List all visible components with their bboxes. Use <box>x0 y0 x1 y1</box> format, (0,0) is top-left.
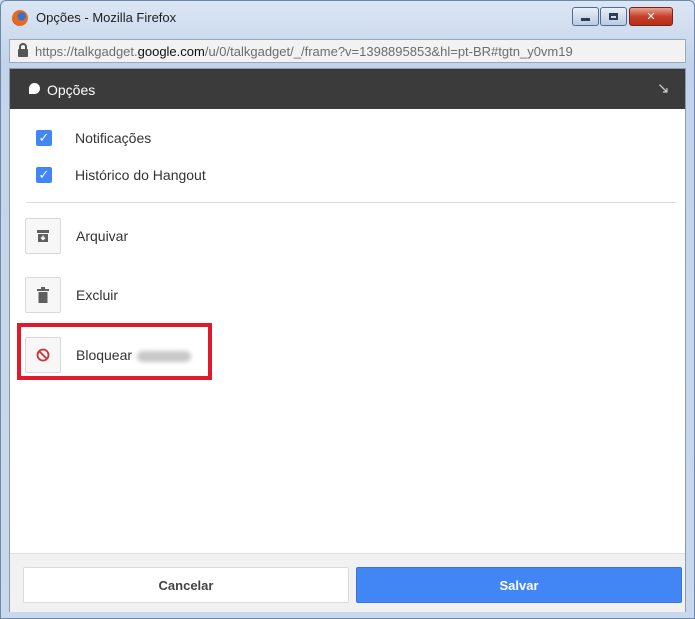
url-prefix: https://talkgadget. <box>35 43 138 59</box>
archive-icon <box>37 230 49 242</box>
notifications-label: Notificações <box>75 130 152 146</box>
archive-label: Arquivar <box>76 228 129 244</box>
lock-icon <box>18 43 28 57</box>
url-text: https://talkgadget.google.com/u/0/talkga… <box>35 44 573 59</box>
dialog-footer: Cancelar Salvar <box>10 553 685 612</box>
close-icon: ✕ <box>646 11 656 23</box>
history-option[interactable]: ✓ Histórico do Hangout <box>36 165 206 185</box>
maximize-icon <box>609 13 618 20</box>
maximize-button[interactable] <box>600 7 627 26</box>
archive-action[interactable]: Arquivar <box>25 217 128 255</box>
minimize-icon <box>581 18 590 21</box>
cancel-button[interactable]: Cancelar <box>23 567 349 603</box>
history-checkbox[interactable]: ✓ <box>36 167 52 183</box>
expand-arrow-icon[interactable]: ↘ <box>657 81 671 96</box>
chat-bubble-icon <box>29 83 40 94</box>
divider <box>26 202 676 203</box>
close-button[interactable]: ✕ <box>629 7 673 26</box>
delete-action[interactable]: Excluir <box>25 276 118 314</box>
firefox-icon <box>12 10 28 26</box>
dialog-title: Opções <box>47 82 96 98</box>
window-title: Opções - Mozilla Firefox <box>36 10 177 25</box>
url-bar[interactable]: https://talkgadget.google.com/u/0/talkga… <box>9 39 686 63</box>
url-domain: google.com <box>137 43 205 59</box>
delete-button[interactable] <box>25 277 61 313</box>
notifications-checkbox[interactable]: ✓ <box>36 130 52 146</box>
options-dialog: Opções ↘ ✓ Notificações ✓ Histórico do H… <box>9 68 686 612</box>
minimize-button[interactable] <box>572 7 599 26</box>
dialog-header: Opções ↘ <box>10 69 685 109</box>
url-suffix: /u/0/talkgadget/_/frame?v=1398895853&hl=… <box>204 43 573 59</box>
title-bar: Opções - Mozilla Firefox ✕ <box>1 1 694 39</box>
history-label: Histórico do Hangout <box>75 167 206 183</box>
archive-button[interactable] <box>25 218 61 254</box>
trash-icon <box>37 287 49 303</box>
notifications-option[interactable]: ✓ Notificações <box>36 128 151 148</box>
delete-label: Excluir <box>76 287 119 303</box>
browser-window: Opções - Mozilla Firefox ✕ https://talkg… <box>0 0 695 619</box>
save-button[interactable]: Salvar <box>356 567 682 603</box>
highlight-box <box>17 323 212 380</box>
